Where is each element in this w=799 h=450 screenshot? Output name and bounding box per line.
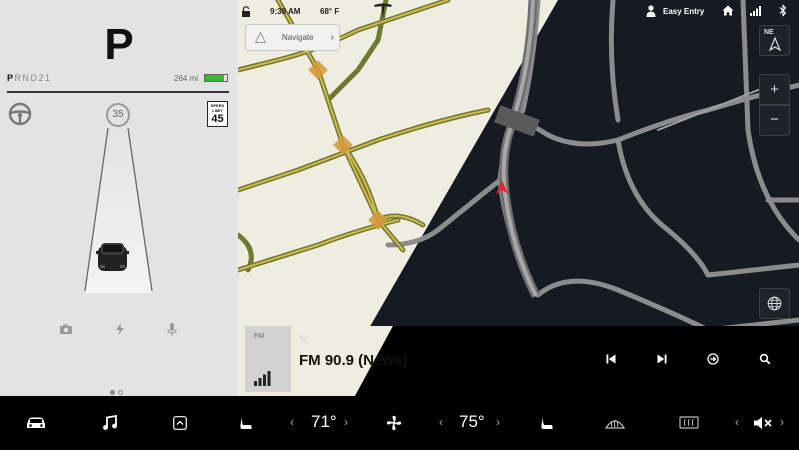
mute-icon — [754, 417, 772, 429]
navigate-label: Navigate — [282, 33, 314, 42]
chevron-left-icon[interactable]: ‹ — [290, 415, 294, 429]
globe-icon — [767, 296, 782, 311]
album-art: FM — [245, 326, 291, 392]
current-gear: P — [104, 20, 134, 69]
set-speed-indicator[interactable]: 35 — [106, 103, 130, 127]
fan-icon — [386, 415, 402, 431]
seat-heater-icon — [541, 415, 553, 429]
gear-option: 1 — [45, 73, 52, 83]
navigate-search[interactable]: Navigate › — [245, 24, 340, 51]
app-launcher-button[interactable] — [172, 396, 188, 450]
speed-limit-sign: SPEED LIMIT 45 — [207, 101, 228, 127]
car-icon — [96, 243, 129, 271]
chevron-right-icon[interactable]: › — [496, 415, 500, 429]
front-defrost-icon — [605, 419, 625, 429]
camera-icon[interactable] — [59, 322, 73, 336]
gear-option: N — [22, 73, 31, 83]
microphone-icon[interactable] — [165, 322, 179, 336]
lightning-icon[interactable] — [113, 322, 127, 336]
rear-defrost-icon — [679, 416, 699, 429]
navigate-arrow-icon — [255, 32, 266, 43]
bluetooth-icon[interactable] — [779, 4, 787, 17]
station-name: FM 90.9 (News) — [299, 352, 408, 369]
seat-heater-icon — [240, 415, 252, 429]
map-layers-button[interactable] — [759, 288, 790, 319]
gear-option: D — [30, 73, 39, 83]
next-track-icon[interactable] — [656, 353, 668, 365]
gear-selector-row: PRND21 — [7, 73, 52, 83]
music-icon — [103, 415, 117, 430]
previous-track-icon[interactable] — [605, 353, 617, 365]
passenger-seat-heater-button[interactable] — [539, 396, 555, 450]
zoom-out-button[interactable]: − — [759, 105, 790, 136]
source-switch-icon[interactable] — [707, 353, 719, 365]
car-button[interactable] — [24, 396, 48, 450]
chevron-left-icon[interactable]: ‹ — [735, 415, 739, 429]
music-button[interactable] — [101, 396, 119, 450]
media-player[interactable]: FM ♡ FM 90.9 (News) — [245, 326, 799, 396]
speed-limit-label: SPEED LIMIT — [210, 103, 225, 113]
gear-option: R — [14, 73, 23, 83]
battery-indicator — [204, 74, 228, 82]
zoom-in-button[interactable]: + — [759, 74, 790, 105]
front-defrost-button[interactable] — [604, 396, 626, 450]
car-icon — [27, 417, 45, 428]
media-source: FM — [254, 333, 265, 340]
outside-temperature: 68° F — [320, 7, 340, 16]
search-icon[interactable] — [759, 353, 771, 365]
instrument-cluster: P PRND21 264 mi 35 SPEED LIMIT 45 — [0, 0, 238, 396]
volume-button[interactable] — [752, 396, 774, 450]
battery-fill — [205, 75, 224, 81]
rear-defrost-button[interactable] — [678, 396, 700, 450]
bottom-control-bar: ‹ 71° › ‹ 75° › ‹ › — [0, 396, 799, 450]
chevron-left-icon[interactable]: ‹ — [439, 415, 443, 429]
clock: 9:38 AM — [270, 7, 301, 16]
signal-bars-icon — [254, 371, 271, 386]
page-dot[interactable] — [118, 390, 123, 395]
lock-icon[interactable] — [241, 6, 251, 17]
divider — [7, 91, 229, 93]
driver-seat-heater-button[interactable] — [238, 396, 254, 450]
signal-icon — [750, 6, 761, 16]
passenger-temperature[interactable]: 75° — [459, 412, 485, 432]
compass-button[interactable]: NE — [759, 25, 790, 56]
tesla-logo[interactable] — [373, 3, 393, 20]
compass-icon — [769, 37, 781, 51]
speed-limit-value: 45 — [211, 113, 224, 125]
range-display: 264 mi — [174, 74, 199, 83]
chevron-right-icon[interactable]: › — [344, 415, 348, 429]
fan-button[interactable] — [385, 396, 403, 450]
app-launcher-icon — [173, 416, 187, 430]
compass-direction: NE — [764, 29, 774, 36]
driver-temperature[interactable]: 71° — [311, 412, 337, 432]
home-icon[interactable] — [722, 5, 734, 16]
heart-icon[interactable]: ♡ — [300, 334, 308, 345]
page-dot[interactable] — [110, 390, 115, 395]
driver-profile[interactable]: Easy Entry — [663, 7, 704, 16]
profile-icon[interactable] — [646, 5, 656, 17]
gear-option: P — [7, 73, 15, 83]
steering-wheel-icon[interactable] — [8, 102, 32, 126]
chevron-right-icon[interactable]: › — [780, 415, 784, 429]
chevron-right-icon: › — [330, 32, 334, 43]
